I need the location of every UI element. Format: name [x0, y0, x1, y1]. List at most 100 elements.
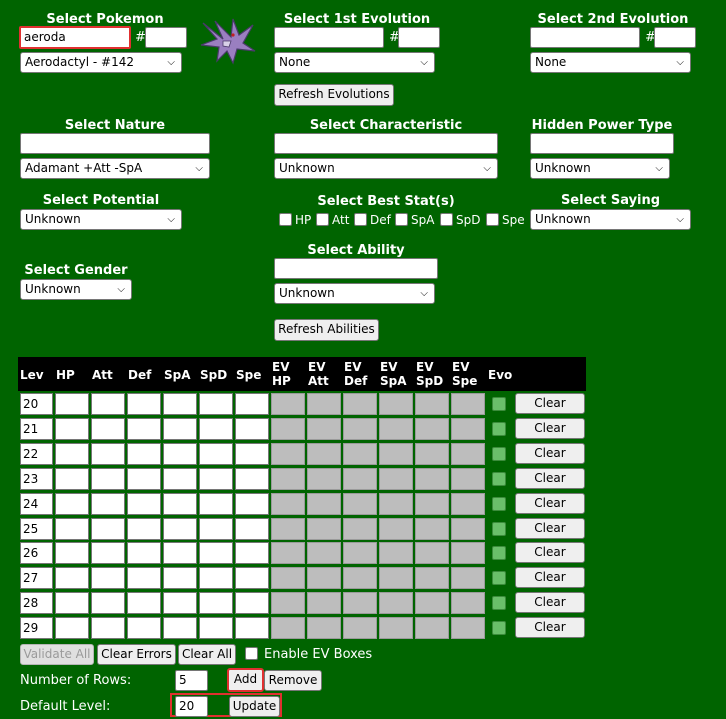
stat-hp-input[interactable]: [55, 567, 89, 589]
stat-spa-input[interactable]: [163, 617, 197, 639]
clear-errors-button[interactable]: Clear Errors: [97, 644, 176, 665]
stat-def-input[interactable]: [127, 567, 161, 589]
stat-spe-input[interactable]: [235, 592, 269, 614]
stat-hp-input[interactable]: [55, 393, 89, 415]
stat-spd-input[interactable]: [199, 542, 233, 564]
stat-spa-input[interactable]: [163, 542, 197, 564]
pokemon-number-input[interactable]: [145, 27, 187, 48]
stat-def-input[interactable]: [127, 493, 161, 515]
stat-hp-input[interactable]: [55, 468, 89, 490]
clear-row-button[interactable]: Clear: [515, 518, 585, 539]
nature-select[interactable]: Adamant +Att -SpA ⌵: [20, 158, 210, 179]
default-level-input[interactable]: 20: [175, 696, 208, 717]
stat-def-input[interactable]: [127, 468, 161, 490]
evo1-select[interactable]: None ⌵: [274, 52, 435, 73]
validate-all-button[interactable]: Validate All: [20, 644, 94, 665]
stat-spd-input[interactable]: [199, 418, 233, 440]
level-input[interactable]: 24: [20, 493, 53, 515]
best-stat-att-checkbox[interactable]: [316, 213, 329, 226]
evo-checkbox[interactable]: [492, 522, 506, 536]
best-stat-spe-checkbox[interactable]: [486, 213, 499, 226]
stat-hp-input[interactable]: [55, 443, 89, 465]
stat-att-input[interactable]: [91, 592, 125, 614]
best-stat-spd-checkbox[interactable]: [440, 213, 453, 226]
enable-ev-boxes-checkbox[interactable]: [245, 647, 258, 660]
level-input[interactable]: 25: [20, 518, 53, 540]
stat-spa-input[interactable]: [163, 468, 197, 490]
evo-checkbox[interactable]: [492, 546, 506, 560]
stat-att-input[interactable]: [91, 393, 125, 415]
evo-checkbox[interactable]: [492, 422, 506, 436]
stat-def-input[interactable]: [127, 393, 161, 415]
level-input[interactable]: 27: [20, 567, 53, 589]
evo-checkbox[interactable]: [492, 621, 506, 635]
evo2-number-input[interactable]: [654, 27, 696, 48]
evo-checkbox[interactable]: [492, 497, 506, 511]
stat-att-input[interactable]: [91, 443, 125, 465]
stat-def-input[interactable]: [127, 592, 161, 614]
clear-row-button[interactable]: Clear: [515, 493, 585, 514]
level-input[interactable]: 21: [20, 418, 53, 440]
ability-search-input[interactable]: [274, 258, 438, 279]
stat-spa-input[interactable]: [163, 493, 197, 515]
characteristic-select[interactable]: Unknown ⌵: [274, 158, 498, 179]
stat-spd-input[interactable]: [199, 592, 233, 614]
stat-att-input[interactable]: [91, 518, 125, 540]
potential-select[interactable]: Unknown ⌵: [20, 209, 182, 230]
stat-spa-input[interactable]: [163, 567, 197, 589]
evo2-select[interactable]: None ⌵: [530, 52, 691, 73]
stat-hp-input[interactable]: [55, 418, 89, 440]
stat-spa-input[interactable]: [163, 592, 197, 614]
stat-def-input[interactable]: [127, 443, 161, 465]
stat-spe-input[interactable]: [235, 393, 269, 415]
best-stat-hp-checkbox[interactable]: [279, 213, 292, 226]
clear-row-button[interactable]: Clear: [515, 617, 585, 638]
clear-row-button[interactable]: Clear: [515, 443, 585, 464]
stat-hp-input[interactable]: [55, 493, 89, 515]
pokemon-search-input[interactable]: aeroda: [19, 26, 131, 49]
refresh-abilities-button[interactable]: Refresh Abilities: [274, 319, 379, 341]
stat-spd-input[interactable]: [199, 443, 233, 465]
level-input[interactable]: 28: [20, 592, 53, 614]
stat-spe-input[interactable]: [235, 518, 269, 540]
stat-spe-input[interactable]: [235, 418, 269, 440]
level-input[interactable]: 22: [20, 443, 53, 465]
evo2-search-input[interactable]: [530, 27, 640, 48]
stat-def-input[interactable]: [127, 518, 161, 540]
stat-hp-input[interactable]: [55, 617, 89, 639]
stat-hp-input[interactable]: [55, 542, 89, 564]
stat-spd-input[interactable]: [199, 617, 233, 639]
stat-att-input[interactable]: [91, 542, 125, 564]
refresh-evolutions-button[interactable]: Refresh Evolutions: [274, 84, 394, 106]
stat-spd-input[interactable]: [199, 567, 233, 589]
clear-row-button[interactable]: Clear: [515, 418, 585, 439]
stat-att-input[interactable]: [91, 567, 125, 589]
add-rows-button[interactable]: Add: [227, 668, 264, 692]
level-input[interactable]: 29: [20, 617, 53, 639]
evo-checkbox[interactable]: [492, 397, 506, 411]
best-stat-def-checkbox[interactable]: [354, 213, 367, 226]
gender-select[interactable]: Unknown ⌵: [20, 279, 132, 300]
stat-spe-input[interactable]: [235, 542, 269, 564]
ability-select[interactable]: Unknown ⌵: [274, 283, 435, 304]
stat-spd-input[interactable]: [199, 518, 233, 540]
stat-hp-input[interactable]: [55, 518, 89, 540]
stat-spa-input[interactable]: [163, 443, 197, 465]
clear-row-button[interactable]: Clear: [515, 567, 585, 588]
clear-row-button[interactable]: Clear: [515, 468, 585, 489]
pokemon-select[interactable]: Aerodactyl - #142 ⌵: [20, 52, 182, 73]
stat-def-input[interactable]: [127, 617, 161, 639]
saying-select[interactable]: Unknown ⌵: [530, 209, 691, 230]
stat-spd-input[interactable]: [199, 468, 233, 490]
stat-spa-input[interactable]: [163, 518, 197, 540]
hidden-power-select[interactable]: Unknown ⌵: [530, 158, 670, 179]
characteristic-search-input[interactable]: [274, 133, 498, 154]
update-level-button[interactable]: Update: [229, 696, 280, 717]
stat-spa-input[interactable]: [163, 393, 197, 415]
best-stat-spa-checkbox[interactable]: [395, 213, 408, 226]
level-input[interactable]: 26: [20, 542, 53, 564]
clear-all-button[interactable]: Clear All: [178, 644, 236, 665]
stat-def-input[interactable]: [127, 542, 161, 564]
stat-spe-input[interactable]: [235, 443, 269, 465]
level-input[interactable]: 20: [20, 393, 53, 415]
